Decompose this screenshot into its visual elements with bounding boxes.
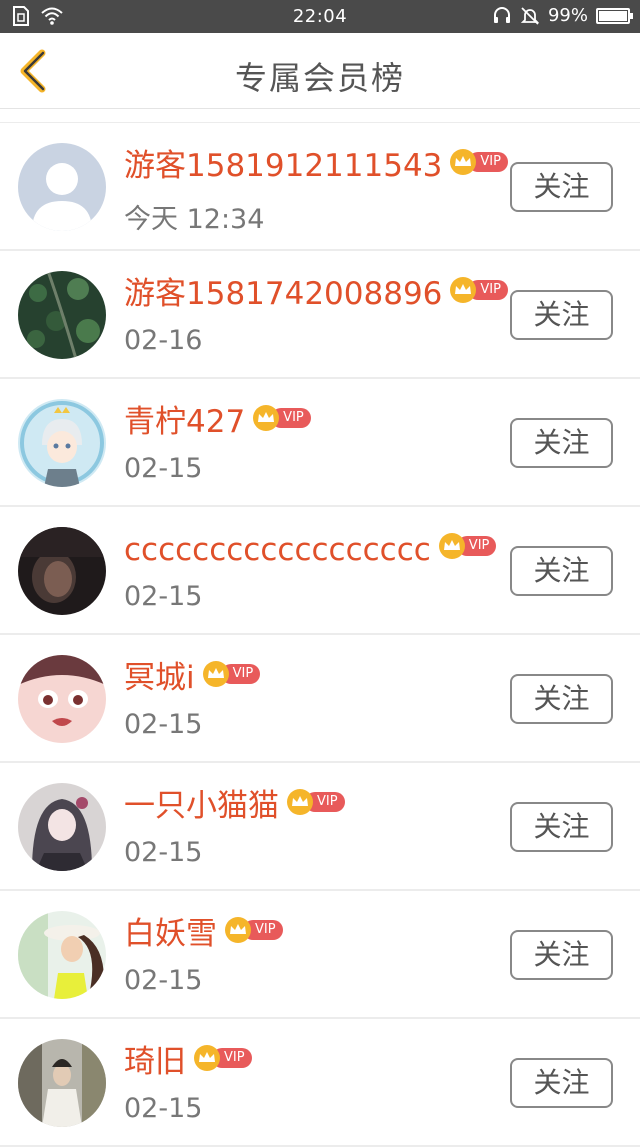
member-name[interactable]: 冥城i: [124, 653, 195, 703]
mute-icon: [520, 6, 540, 25]
vip-badge: VIP: [287, 789, 345, 815]
name-line: 游客1581742008896 VIP: [124, 269, 508, 319]
list-item[interactable]: 游客1581912111543 VIP 今天 12:34 关注: [0, 123, 640, 251]
street-photo-avatar[interactable]: [18, 1039, 106, 1127]
vip-badge: VIP: [225, 917, 283, 943]
crown-icon: [202, 661, 229, 687]
member-name[interactable]: 白妖雪: [124, 909, 217, 959]
follow-button[interactable]: 关注: [510, 802, 613, 852]
list-item[interactable]: 一只小猫猫 VIP 02-15 关注: [0, 763, 640, 891]
member-date: 02-15: [124, 837, 203, 868]
name-line: 琦旧 VIP: [124, 1037, 252, 1087]
member-date: 今天 12:34: [124, 204, 265, 235]
follow-button[interactable]: 关注: [510, 290, 613, 340]
crown-icon: [450, 149, 477, 175]
crown-icon: [225, 917, 251, 943]
anime-boy-avatar[interactable]: [18, 399, 106, 487]
status-right-icons: 99%: [492, 5, 633, 26]
name-line: 白妖雪 VIP: [124, 909, 283, 959]
list-item[interactable]: 游客1581742008896 VIP 02-16 关注: [0, 251, 640, 379]
vip-badge: VIP: [194, 1045, 252, 1071]
follow-button[interactable]: 关注: [510, 162, 613, 212]
follow-button[interactable]: 关注: [510, 418, 613, 468]
member-date: 02-15: [124, 581, 203, 612]
default-avatar[interactable]: [18, 143, 106, 231]
list-item[interactable]: 冥城i VIP 02-15 关注: [0, 635, 640, 763]
member-name[interactable]: 一只小猫猫: [124, 781, 279, 831]
anime-face-avatar[interactable]: [18, 655, 106, 743]
member-name[interactable]: 游客1581742008896: [124, 269, 442, 319]
battery-fill: [599, 10, 627, 21]
follow-button[interactable]: 关注: [510, 674, 613, 724]
name-line: 一只小猫猫 VIP: [124, 781, 345, 831]
vip-badge: VIP: [450, 149, 508, 175]
follow-button[interactable]: 关注: [510, 1058, 613, 1108]
member-date: 02-15: [124, 453, 203, 484]
list-item[interactable]: 琦旧 VIP 02-15 关注: [0, 1019, 640, 1147]
name-line: 青柠427 VIP: [124, 397, 311, 447]
member-date: 02-15: [124, 965, 203, 996]
member-name[interactable]: 青柠427: [124, 397, 245, 447]
battery-icon: [596, 7, 633, 24]
list-item[interactable]: cccccccccccccccccc VIP 02-15 关注: [0, 507, 640, 635]
battery-percent: 99%: [547, 5, 588, 26]
follow-button[interactable]: 关注: [510, 546, 613, 596]
vip-badge: VIP: [253, 405, 311, 431]
follow-button[interactable]: 关注: [510, 930, 613, 980]
forest-avatar[interactable]: [18, 271, 106, 359]
list-item[interactable]: 白妖雪 VIP 02-15 关注: [0, 891, 640, 1019]
name-line: 冥城i VIP: [124, 653, 261, 703]
status-bar: 22:04 99%: [0, 0, 640, 33]
crown-icon: [438, 533, 465, 559]
member-name[interactable]: 琦旧: [124, 1037, 186, 1087]
anime-girl-avatar[interactable]: [18, 783, 106, 871]
name-line: 游客1581912111543 VIP: [124, 141, 508, 191]
crown-icon: [450, 277, 477, 303]
page-header: 专属会员榜: [0, 33, 640, 109]
page-title: 专属会员榜: [234, 59, 405, 97]
vip-badge: VIP: [202, 661, 261, 687]
member-name[interactable]: cccccccccccccccccc: [124, 525, 431, 575]
member-date: 02-15: [124, 709, 203, 740]
girl-hat-avatar[interactable]: [18, 911, 106, 999]
member-name[interactable]: 游客1581912111543: [124, 141, 442, 191]
crown-icon: [194, 1045, 220, 1071]
member-date: 02-15: [124, 1093, 203, 1124]
dark-portrait-avatar[interactable]: [18, 527, 106, 615]
name-line: cccccccccccccccccc VIP: [124, 525, 497, 575]
vip-badge: VIP: [450, 277, 508, 303]
crown-icon: [253, 405, 280, 431]
list-item[interactable]: 青柠427 VIP 02-15 关注: [0, 379, 640, 507]
vip-badge: VIP: [438, 533, 497, 559]
crown-icon: [287, 789, 313, 815]
member-date: 02-16: [124, 325, 203, 356]
headset-icon: [493, 6, 510, 23]
member-list: 游客1581912111543 VIP 今天 12:34 关注 游客158174…: [0, 122, 640, 1147]
